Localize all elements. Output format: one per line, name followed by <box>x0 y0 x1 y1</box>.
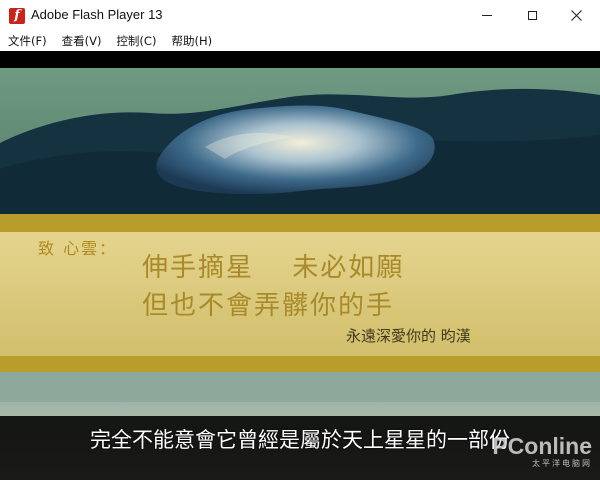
menu-control[interactable]: 控制(C) <box>108 31 163 51</box>
maximize-button[interactable] <box>509 0 555 31</box>
menu-bar: 文件(F) 查看(V) 控制(C) 帮助(H) <box>0 31 600 51</box>
flash-stage[interactable]: 致 心雲： 伸手摘星 未必如願 但也不會弄髒你的手 永遠深愛你的 昀漢 完全不能… <box>0 51 600 480</box>
pconline-watermark: PConline 太平洋电脑网 <box>492 434 592 469</box>
signature-text: 永遠深愛你的 昀漢 <box>346 327 471 345</box>
flash-player-window: f Adobe Flash Player 13 文件(F) 查看(V) 控制(C… <box>0 0 600 480</box>
watermark-logo: PConline <box>492 433 592 459</box>
title-bar[interactable]: f Adobe Flash Player 13 <box>0 0 600 31</box>
flash-player-icon: f <box>9 8 25 24</box>
poem-line-2: 但也不會弄髒你的手 <box>142 291 395 321</box>
flash-glyph: f <box>14 8 20 23</box>
menu-help[interactable]: 帮助(H) <box>163 31 219 51</box>
maximize-icon <box>527 11 537 20</box>
close-icon <box>570 10 582 21</box>
watermark-subtext: 太平洋电脑网 <box>532 459 592 468</box>
poem-line-1: 伸手摘星 未必如願 <box>142 253 405 283</box>
minimize-icon <box>482 15 492 16</box>
menu-view[interactable]: 查看(V) <box>54 31 109 51</box>
minimize-button[interactable] <box>464 0 510 31</box>
window-title: Adobe Flash Player 13 <box>31 7 163 22</box>
menu-file[interactable]: 文件(F) <box>0 31 54 51</box>
greeting-text: 致 心雲： <box>38 239 118 258</box>
close-button[interactable] <box>553 0 599 31</box>
